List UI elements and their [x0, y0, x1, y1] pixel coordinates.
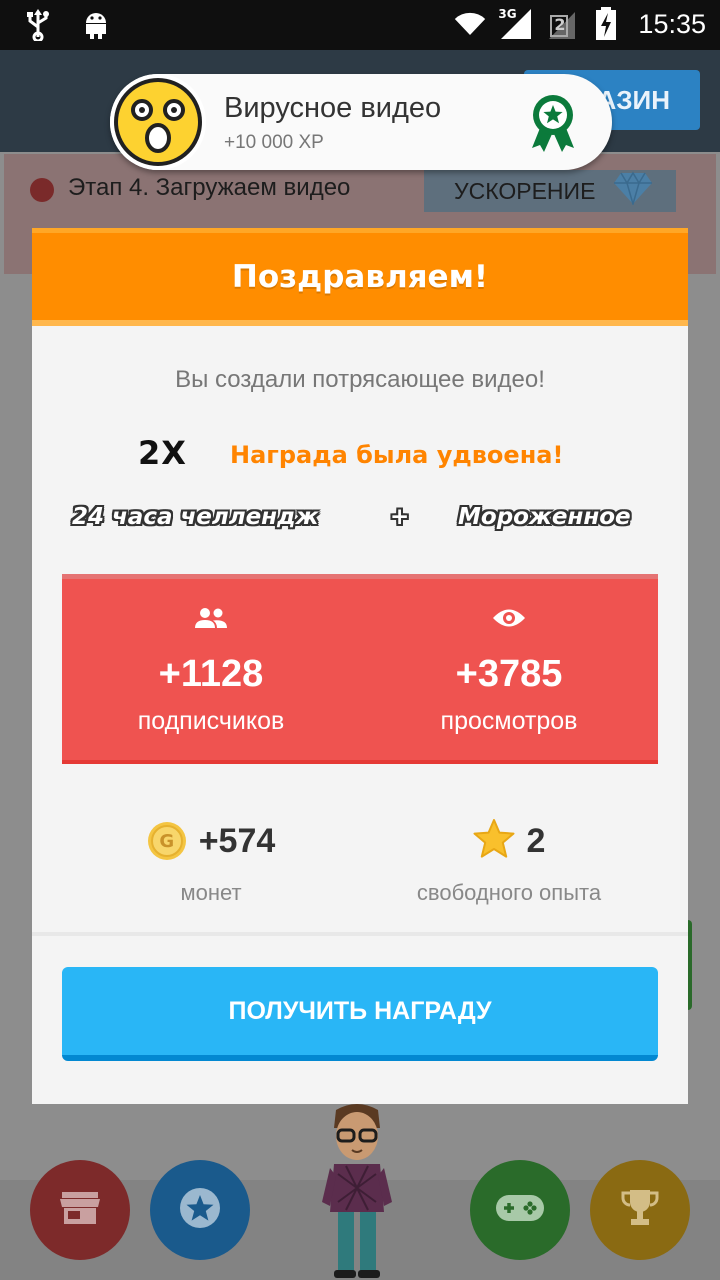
usb-icon	[22, 8, 54, 42]
dialog-title: Поздравляем!	[231, 258, 489, 295]
views-label: просмотров	[440, 707, 578, 735]
gamepad-icon	[494, 1193, 546, 1227]
subscribers-value: +1128	[158, 653, 264, 695]
toast-title: Вирусное видео	[224, 92, 442, 124]
wifi-icon	[454, 7, 486, 41]
stage-status-dot	[30, 178, 54, 202]
trophy-icon	[620, 1188, 660, 1232]
dialog-subtitle: Вы создали потрясающее видео!	[175, 366, 545, 393]
stage-text: Этап 4. Загружаем видео	[68, 174, 351, 201]
eye-icon	[360, 603, 658, 633]
combo-plus: +	[390, 504, 410, 530]
shop-nav-button[interactable]	[30, 1160, 130, 1260]
dialog-header: Поздравляем!	[32, 228, 688, 326]
people-icon	[62, 603, 360, 633]
xp-label: свободного опыта	[416, 880, 602, 905]
star-icon	[473, 819, 515, 863]
views-stat: +3785 просмотров	[360, 579, 658, 760]
network-type-label: 3G	[498, 7, 517, 21]
stats-panel: +1128 подписчиков +3785 просмотров	[62, 574, 658, 764]
claim-reward-button[interactable]: ПОЛУЧИТЬ НАГРАДУ	[62, 967, 658, 1061]
xp-reward: 2 свободного опыта	[360, 818, 658, 906]
subscribers-label: подписчиков	[137, 707, 285, 735]
character-avatar	[318, 1102, 396, 1280]
combo-second: Мороженное	[458, 504, 631, 530]
multiplier-text: Награда была удвоена!	[230, 441, 564, 469]
coins-value: +574	[198, 821, 276, 860]
achievement-toast: Вирусное видео +10 000 XP	[110, 74, 612, 170]
status-bar: 3G 2 15:35	[0, 0, 720, 50]
star-icon	[178, 1186, 222, 1234]
multiplier-badge: 2X	[138, 434, 187, 472]
combo-first: 24 часа челлендж	[72, 504, 319, 530]
favorites-nav-button[interactable]	[150, 1160, 250, 1260]
views-value: +3785	[455, 653, 563, 695]
clock: 15:35	[638, 8, 706, 39]
store-icon	[60, 1190, 100, 1230]
diamond-icon	[613, 171, 653, 211]
coin-letter: G	[159, 830, 175, 852]
games-nav-button[interactable]	[470, 1160, 570, 1260]
boost-button[interactable]: УСКОРЕНИЕ	[424, 170, 676, 212]
signal-icon: 3G	[498, 7, 534, 41]
coin-icon: G	[147, 821, 187, 861]
coins-reward: G +574 монет	[62, 818, 360, 906]
award-ribbon-icon	[528, 94, 578, 154]
xp-value: 2	[526, 821, 546, 860]
battery-charging-icon	[590, 7, 622, 41]
claim-reward-label: ПОЛУЧИТЬ НАГРАДУ	[228, 996, 492, 1025]
subscribers-stat: +1128 подписчиков	[62, 579, 360, 760]
coins-label: монет	[180, 880, 242, 905]
android-debug-icon	[80, 8, 112, 42]
divider	[32, 932, 688, 936]
shocked-face-icon	[110, 74, 206, 170]
sim-icon: 2	[546, 7, 578, 41]
toast-reward: +10 000 XP	[224, 132, 324, 153]
boost-button-label: УСКОРЕНИЕ	[454, 177, 596, 204]
achievements-nav-button[interactable]	[590, 1160, 690, 1260]
sim-label: 2	[554, 15, 566, 34]
reward-dialog: Поздравляем! Вы создали потрясающее виде…	[32, 228, 688, 1104]
